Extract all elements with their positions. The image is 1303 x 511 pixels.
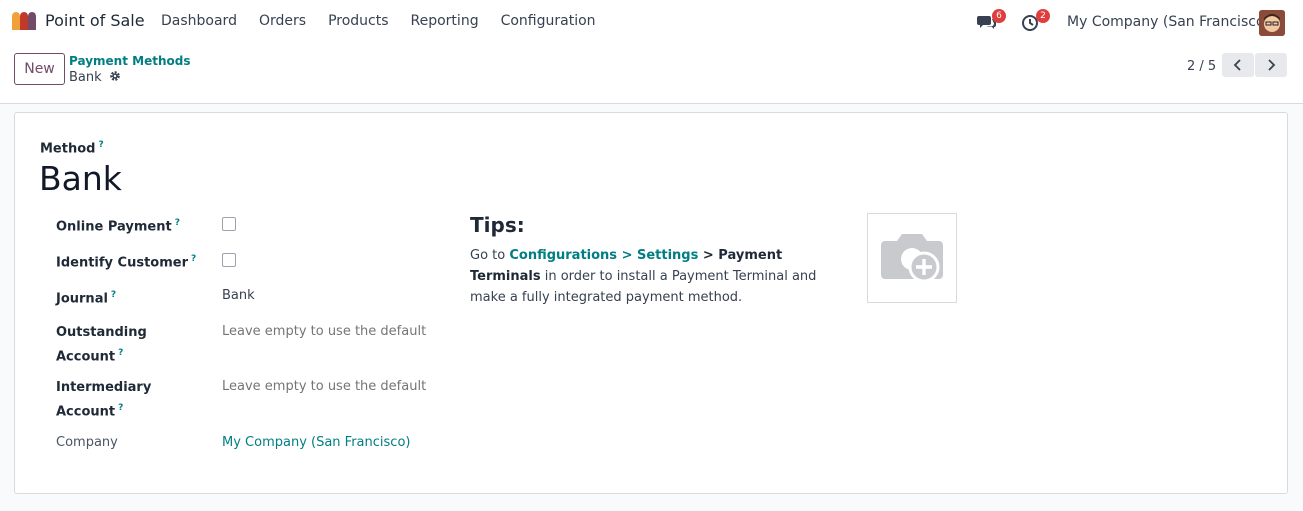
pager-previous-button[interactable]	[1222, 53, 1254, 77]
menu-products[interactable]: Products	[317, 13, 399, 29]
journal-field[interactable]: Bank	[222, 288, 255, 303]
main-menu: Dashboard Orders Products Reporting Conf…	[150, 13, 607, 29]
help-tooltip-icon[interactable]: ?	[118, 403, 123, 413]
menu-orders[interactable]: Orders	[248, 13, 317, 29]
help-tooltip-icon[interactable]: ?	[111, 290, 116, 300]
outstanding-account-label-line2: Account	[56, 349, 116, 365]
tips-text: Go to Configurations > Settings > Paymen…	[470, 245, 845, 308]
pager-value[interactable]: 2 / 5	[1187, 59, 1216, 74]
image-upload-field[interactable]	[867, 213, 957, 303]
outstanding-account-label-line1: Outstanding	[56, 325, 147, 340]
help-tooltip-icon[interactable]: ?	[191, 254, 196, 264]
method-name-field[interactable]: Bank	[39, 159, 122, 198]
menu-reporting[interactable]: Reporting	[400, 13, 490, 29]
outstanding-account-label: Outstanding Account?	[56, 322, 147, 367]
help-tooltip-icon[interactable]: ?	[98, 140, 103, 150]
app-name[interactable]: Point of Sale	[45, 11, 145, 30]
point-of-sale-logo[interactable]	[11, 11, 37, 31]
method-label: Method?	[40, 140, 104, 156]
activities-button[interactable]: 2	[1020, 9, 1050, 33]
breadcrumb-payment-methods[interactable]: Payment Methods	[69, 54, 190, 68]
identify-customer-checkbox[interactable]	[222, 253, 236, 267]
menu-configuration[interactable]: Configuration	[490, 13, 607, 29]
chevron-right-icon	[1268, 59, 1276, 71]
company-switcher[interactable]: My Company (San Francisco)	[1067, 14, 1270, 30]
intermediary-account-label-line1: Intermediary	[56, 380, 152, 395]
gear-icon[interactable]	[109, 70, 121, 82]
breadcrumb-current: Bank	[69, 70, 102, 85]
user-avatar[interactable]	[1259, 10, 1285, 36]
control-panel: New Payment Methods Bank 2 / 5	[0, 43, 1303, 104]
online-payment-checkbox[interactable]	[222, 217, 236, 231]
help-tooltip-icon[interactable]: ?	[175, 218, 180, 228]
new-button[interactable]: New	[14, 53, 65, 85]
online-payment-label: Online Payment?	[56, 213, 180, 237]
identify-customer-label: Identify Customer?	[56, 249, 196, 273]
menu-dashboard[interactable]: Dashboard	[150, 13, 248, 29]
intermediary-account-input[interactable]	[222, 379, 428, 394]
top-navbar: Point of Sale Dashboard Orders Products …	[0, 0, 1303, 43]
pager-next-button[interactable]	[1255, 53, 1287, 77]
outstanding-account-input[interactable]	[222, 324, 428, 339]
messages-button[interactable]: 6	[976, 9, 1006, 33]
activities-count-badge: 2	[1036, 9, 1050, 23]
help-tooltip-icon[interactable]: ?	[118, 348, 123, 358]
tips-title: Tips:	[470, 213, 525, 237]
online-payment-label-text: Online Payment	[56, 219, 172, 235]
company-label: Company	[56, 435, 118, 450]
camera-plus-icon	[881, 234, 943, 283]
identify-customer-label-text: Identify Customer	[56, 255, 188, 271]
company-field-link[interactable]: My Company (San Francisco)	[222, 435, 410, 450]
form-sheet: Method? Bank Online Payment? Identify Cu…	[14, 112, 1288, 494]
intermediary-account-label-line2: Account	[56, 404, 116, 420]
method-label-text: Method	[40, 141, 96, 157]
intermediary-account-label: Intermediary Account?	[56, 377, 151, 422]
chevron-left-icon	[1233, 59, 1241, 71]
journal-label: Journal?	[56, 285, 116, 309]
tips-settings-link[interactable]: Configurations > Settings	[509, 248, 698, 263]
avatar-image	[1259, 10, 1285, 36]
messages-count-badge: 6	[992, 9, 1006, 23]
tips-prefix: Go to	[470, 248, 510, 263]
journal-label-text: Journal	[56, 291, 108, 307]
